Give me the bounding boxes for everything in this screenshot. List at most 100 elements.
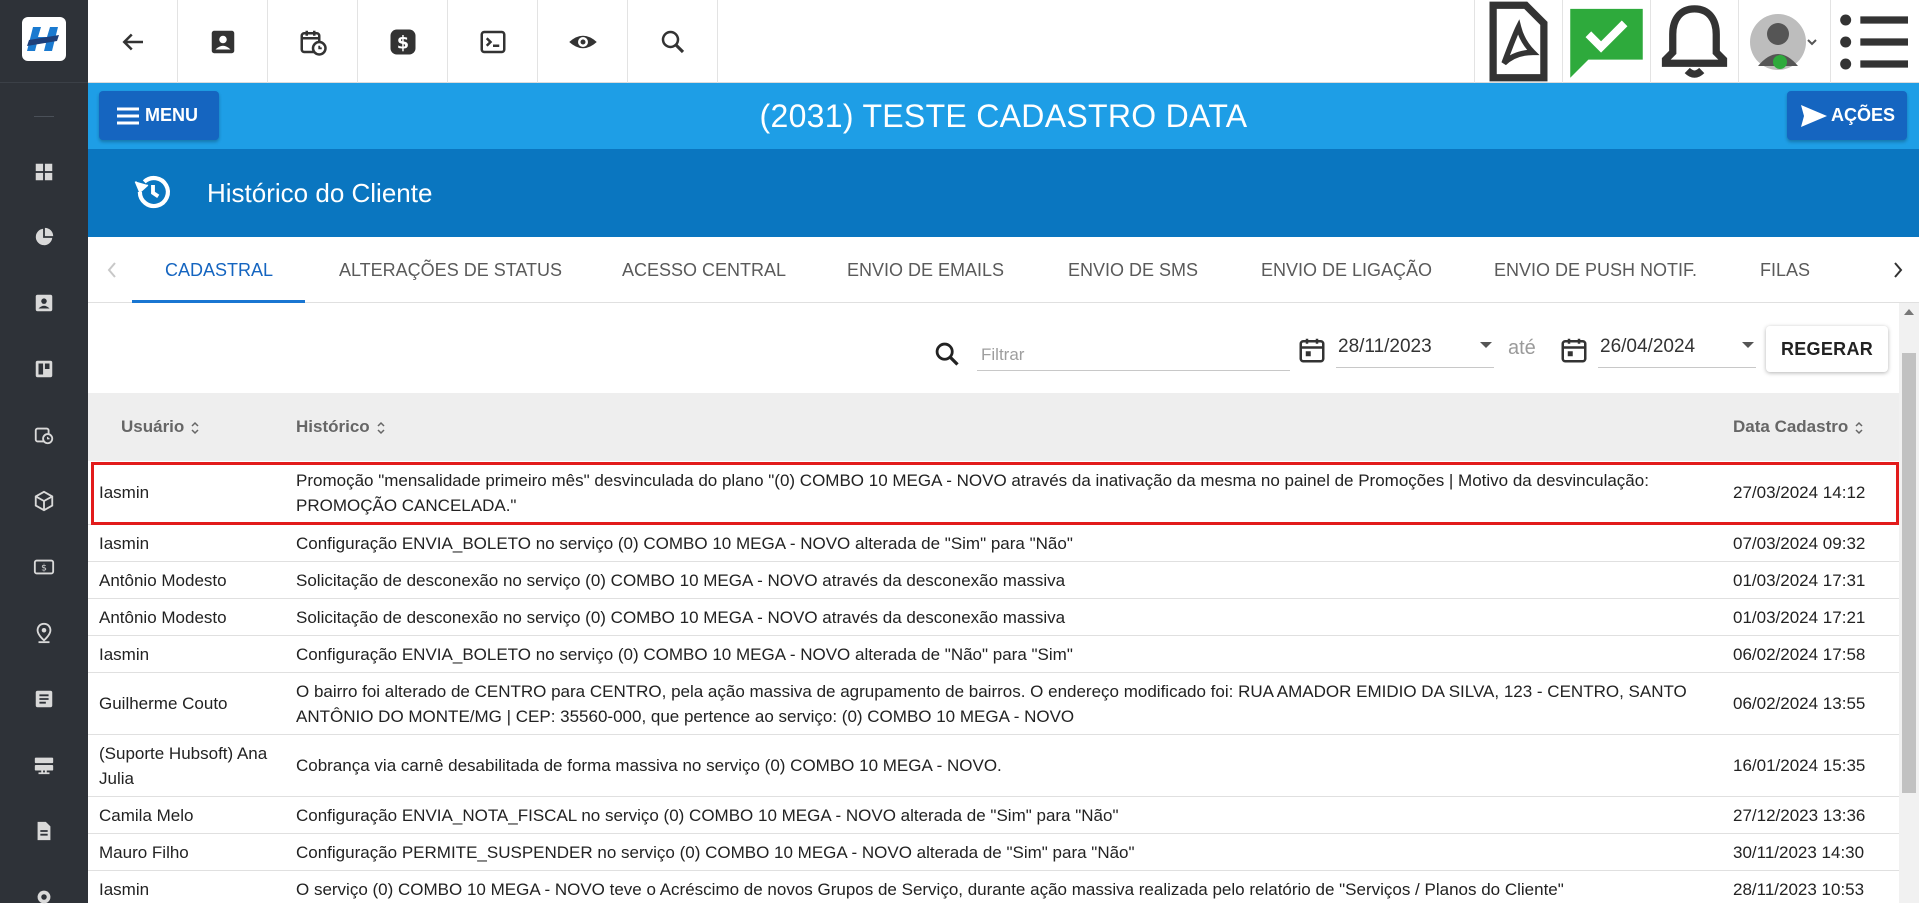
cell-date: 28/11/2023 10:53 bbox=[1733, 879, 1865, 899]
column-header-data-cadastro[interactable]: Data Cadastro bbox=[1733, 393, 1864, 461]
column-header-usuario[interactable]: Usuário bbox=[121, 393, 200, 461]
table-row[interactable]: Iasmin Configuração ENVIA_BOLETO no serv… bbox=[88, 525, 1899, 562]
tab-alteracoes-status[interactable]: ALTERAÇÕES DE STATUS bbox=[339, 237, 562, 303]
search-button[interactable] bbox=[628, 0, 718, 83]
kanban-icon[interactable] bbox=[33, 358, 55, 380]
chevron-left-icon bbox=[107, 262, 116, 278]
table-row[interactable]: Antônio Modesto Solicitação de desconexã… bbox=[88, 562, 1899, 599]
send-icon bbox=[1800, 104, 1827, 127]
sidebar: $ bbox=[0, 0, 88, 904]
tab-scroll-left[interactable] bbox=[92, 237, 132, 303]
table-row[interactable]: Guilherme Couto O bairro foi alterado de… bbox=[88, 673, 1899, 735]
search-icon bbox=[935, 342, 959, 366]
cell-user: (Suporte Hubsoft) Ana Julia bbox=[99, 743, 268, 788]
schedule-icon[interactable] bbox=[33, 424, 55, 446]
contact-button[interactable] bbox=[178, 0, 268, 83]
vertical-scrollbar[interactable] bbox=[1899, 303, 1919, 903]
cell-date: 16/01/2024 15:35 bbox=[1733, 756, 1866, 775]
tab-envio-emails[interactable]: ENVIO DE EMAILS bbox=[847, 237, 1004, 303]
schedule-button[interactable] bbox=[268, 0, 358, 83]
cell-user: Antônio Modesto bbox=[99, 607, 227, 627]
cell-date: 01/03/2024 17:31 bbox=[1733, 570, 1866, 590]
cell-date: 06/02/2024 17:58 bbox=[1733, 644, 1866, 664]
client-title: (2031) TESTE CADASTRO DATA bbox=[759, 98, 1248, 134]
cell-date: 07/03/2024 09:32 bbox=[1733, 533, 1866, 553]
notifications-button[interactable] bbox=[1650, 0, 1738, 83]
table-row[interactable]: Antônio Modesto Solicitação de desconexã… bbox=[88, 599, 1899, 636]
cell-history: O bairro foi alterado de CENTRO para CEN… bbox=[296, 681, 1687, 726]
date-from-value: 28/11/2023 bbox=[1338, 336, 1432, 357]
scroll-up-arrow[interactable] bbox=[1904, 309, 1914, 315]
contact-card-icon[interactable] bbox=[33, 292, 55, 314]
tab-envio-sms[interactable]: ENVIO DE SMS bbox=[1068, 237, 1198, 303]
table-row[interactable]: Iasmin O serviço (0) COMBO 10 MEGA - NOV… bbox=[88, 871, 1899, 903]
location-icon[interactable] bbox=[33, 622, 55, 644]
actions-button-label: AÇÕES bbox=[1830, 105, 1895, 125]
regenerate-button[interactable]: REGERAR bbox=[1766, 326, 1888, 372]
gear-icon[interactable] bbox=[33, 886, 55, 908]
chat-check-icon bbox=[1570, 8, 1643, 78]
filter-input[interactable] bbox=[977, 329, 1290, 371]
sort-icon bbox=[191, 421, 199, 434]
calendar-icon[interactable] bbox=[1559, 335, 1589, 365]
contact-card-icon bbox=[211, 30, 234, 53]
tab-scroll-right[interactable] bbox=[1878, 237, 1918, 303]
sort-icon bbox=[1855, 421, 1863, 434]
dashboard-icon[interactable] bbox=[33, 161, 55, 183]
highlight-box bbox=[91, 462, 1899, 525]
pdf-icon bbox=[1489, 1, 1548, 82]
document-icon[interactable] bbox=[33, 820, 55, 842]
money-icon[interactable]: $ bbox=[33, 556, 55, 578]
table-row[interactable]: Iasmin Configuração ENVIA_BOLETO no serv… bbox=[88, 636, 1899, 673]
cell-user: Guilherme Couto bbox=[99, 694, 228, 713]
section-title: Histórico do Cliente bbox=[207, 178, 433, 208]
date-to-field[interactable]: 26/04/2024 bbox=[1598, 326, 1756, 368]
date-to-caret[interactable] bbox=[1742, 342, 1754, 348]
cell-user: Iasmin bbox=[99, 644, 150, 664]
scroll-thumb[interactable] bbox=[1902, 353, 1916, 793]
menu-button[interactable]: MENU bbox=[99, 91, 219, 140]
schedule-icon bbox=[300, 30, 327, 56]
hamburger-icon bbox=[117, 107, 139, 124]
calendar-icon[interactable] bbox=[1297, 335, 1327, 365]
cell-date: 06/02/2024 13:55 bbox=[1733, 694, 1866, 713]
column-header-historico[interactable]: Histórico bbox=[296, 393, 386, 461]
cell-user: Iasmin bbox=[99, 533, 150, 553]
terminal-icon bbox=[480, 30, 505, 53]
pdf-button[interactable] bbox=[1474, 0, 1562, 83]
back-button[interactable] bbox=[88, 0, 178, 83]
tab-filas[interactable]: FILAS bbox=[1760, 237, 1810, 303]
pie-chart-icon[interactable] bbox=[33, 226, 55, 248]
server-icon[interactable] bbox=[33, 754, 55, 776]
user-menu[interactable] bbox=[1738, 0, 1830, 83]
section-header: Histórico do Cliente bbox=[88, 149, 1919, 237]
filter-row: 28/11/2023 até 26/04/2024 REGERAR bbox=[88, 303, 1899, 393]
tab-cadastral[interactable]: CADASTRAL bbox=[165, 237, 273, 303]
list-menu-button[interactable] bbox=[1830, 0, 1919, 83]
box-icon[interactable] bbox=[33, 490, 55, 512]
top-toolbar: $ bbox=[88, 0, 1919, 83]
date-from-caret[interactable] bbox=[1480, 342, 1492, 348]
user-avatar bbox=[1749, 13, 1817, 70]
chevron-right-icon bbox=[1894, 262, 1903, 278]
cell-date: 27/12/2023 13:36 bbox=[1733, 805, 1866, 825]
date-from-field[interactable]: 28/11/2023 bbox=[1336, 326, 1494, 368]
tab-envio-ligacao[interactable]: ENVIO DE LIGAÇÃO bbox=[1261, 237, 1432, 303]
tab-envio-push[interactable]: ENVIO DE PUSH NOTIF. bbox=[1494, 237, 1697, 303]
sidebar-divider bbox=[34, 116, 54, 117]
view-button[interactable] bbox=[538, 0, 628, 83]
table-row[interactable]: (Suporte Hubsoft) Ana Julia Cobrança via… bbox=[88, 735, 1899, 797]
cell-user: Antônio Modesto bbox=[99, 570, 227, 590]
table-row[interactable]: Mauro Filho Configuração PERMITE_SUSPEND… bbox=[88, 834, 1899, 871]
tab-acesso-central[interactable]: ACESSO CENTRAL bbox=[622, 237, 786, 303]
column-label: Data Cadastro bbox=[1733, 417, 1849, 436]
actions-button[interactable]: AÇÕES bbox=[1787, 91, 1907, 140]
cell-user: Mauro Filho bbox=[99, 842, 189, 862]
app-logo[interactable] bbox=[22, 17, 66, 61]
finance-button[interactable]: $ bbox=[358, 0, 448, 83]
list-icon[interactable] bbox=[33, 688, 55, 710]
cell-history: Solicitação de desconexão no serviço (0)… bbox=[296, 570, 1066, 590]
terminal-button[interactable] bbox=[448, 0, 538, 83]
messages-button[interactable] bbox=[1562, 0, 1650, 83]
table-row[interactable]: Camila Melo Configuração ENVIA_NOTA_FISC… bbox=[88, 797, 1899, 834]
